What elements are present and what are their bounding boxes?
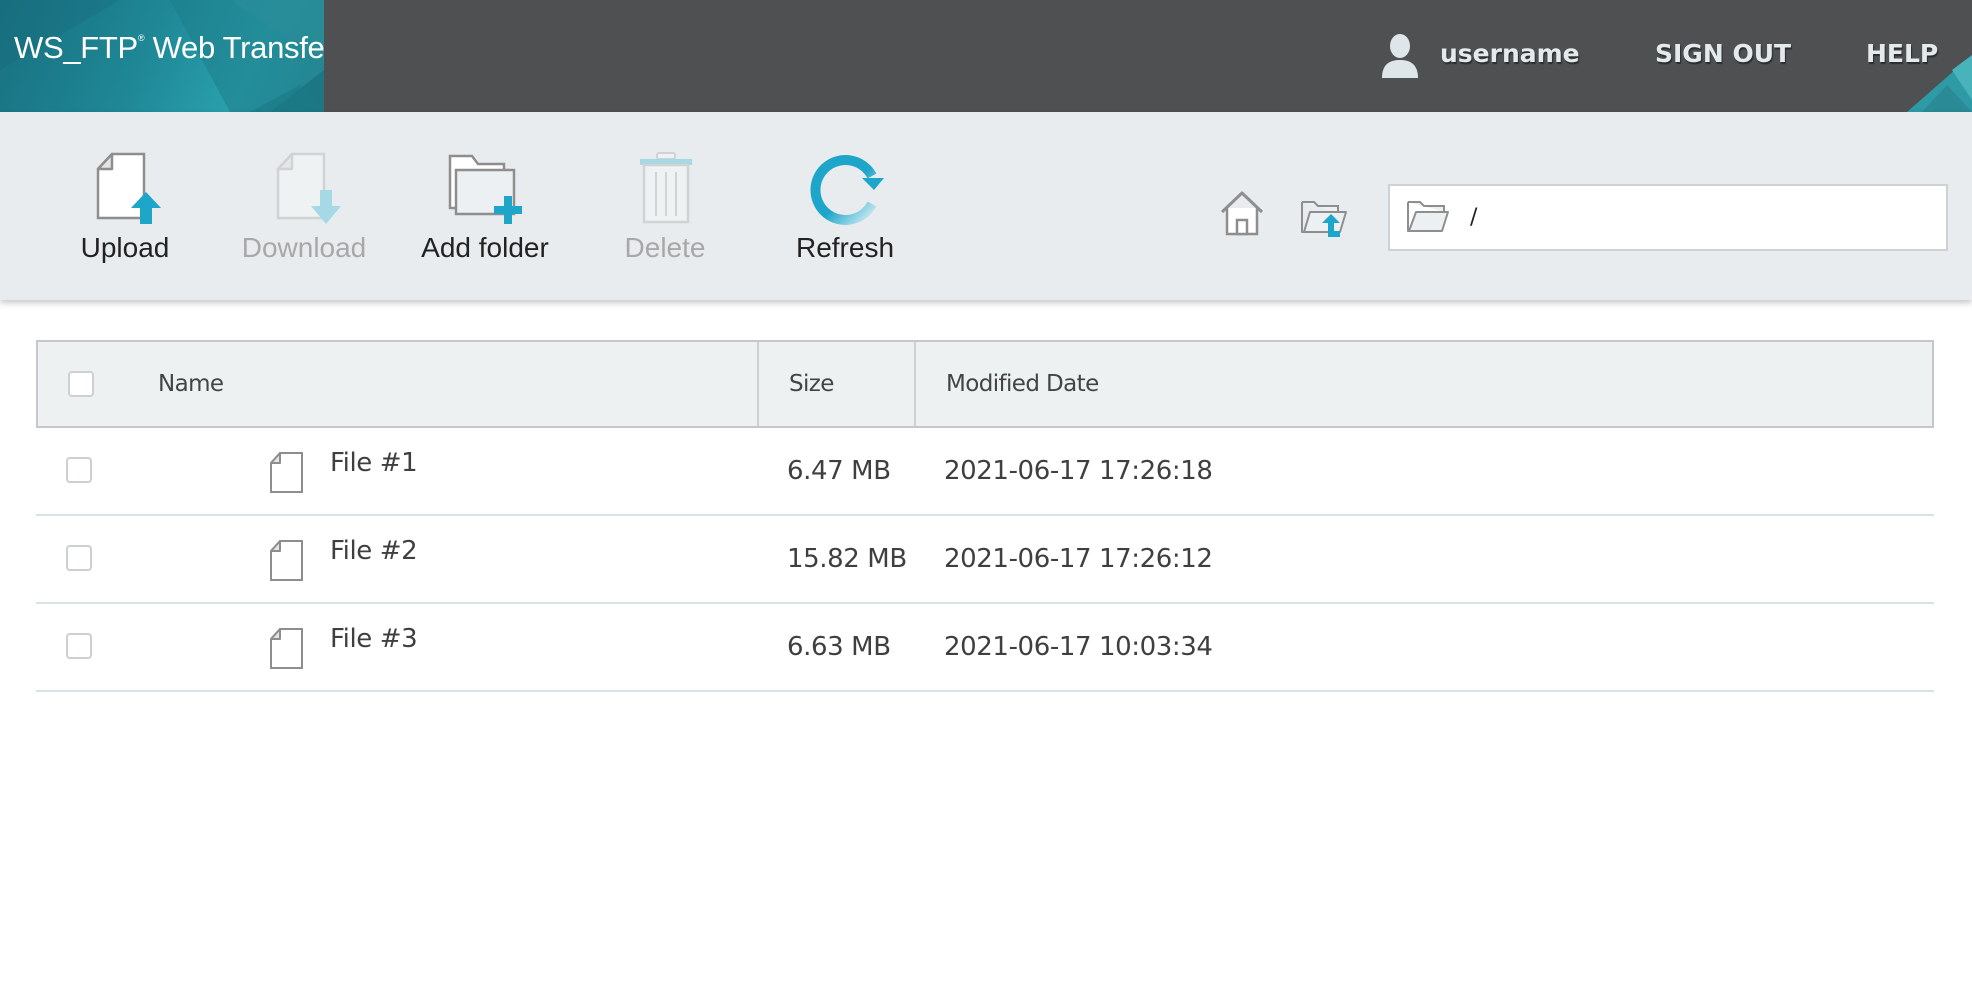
username-label[interactable]: username (1440, 39, 1580, 68)
file-name[interactable]: File #3 (330, 596, 418, 682)
column-header-name[interactable]: Name (158, 342, 224, 426)
registered-mark: ® (137, 32, 145, 43)
column-divider (914, 342, 916, 426)
sign-out-link[interactable]: SIGN OUT (1655, 39, 1791, 68)
column-divider (757, 342, 759, 426)
file-modified-date: 2021-06-17 10:03:34 (944, 632, 1213, 662)
download-button[interactable]: Download (236, 112, 372, 300)
refresh-icon (810, 155, 884, 225)
path-input[interactable] (1470, 186, 1930, 249)
path-field[interactable] (1388, 184, 1948, 251)
app-logo: WS_FTP® Web Transfer (0, 0, 324, 112)
file-download-icon (276, 152, 341, 224)
delete-button[interactable]: Delete (612, 112, 718, 300)
home-icon[interactable] (1218, 190, 1266, 236)
file-modified-date: 2021-06-17 17:26:12 (944, 544, 1213, 574)
corner-decoration (1907, 55, 1972, 112)
file-upload-icon (96, 152, 161, 224)
column-header-modified-date[interactable]: Modified Date (946, 342, 1099, 426)
app-title-subtitle: Web Transfer (152, 30, 324, 65)
table-header: Name Size Modified Date (36, 340, 1934, 428)
file-icon (270, 452, 303, 493)
file-table: Name Size Modified Date File #1 6.47 MB … (36, 340, 1934, 692)
table-row[interactable]: File #1 6.47 MB 2021-06-17 17:26:18 (36, 428, 1934, 516)
file-name[interactable]: File #1 (330, 420, 418, 506)
upload-label: Upload (80, 232, 170, 263)
folder-up-icon[interactable] (1300, 198, 1348, 238)
download-label: Download (241, 232, 367, 263)
delete-label: Delete (624, 232, 706, 263)
app-title: WS_FTP® Web Transfer (14, 30, 324, 66)
row-checkbox[interactable] (66, 545, 92, 571)
toolbar: Upload Download Add folder Delete Refres… (0, 112, 1972, 300)
row-checkbox[interactable] (66, 633, 92, 659)
file-icon (270, 628, 303, 669)
upload-button[interactable]: Upload (62, 112, 188, 300)
folder-add-icon (448, 154, 522, 224)
add-folder-label: Add folder (421, 232, 549, 263)
refresh-label: Refresh (795, 232, 895, 263)
trash-icon (640, 152, 692, 224)
table-row[interactable]: File #2 15.82 MB 2021-06-17 17:26:12 (36, 516, 1934, 604)
column-header-size[interactable]: Size (789, 342, 834, 426)
table-row[interactable]: File #3 6.63 MB 2021-06-17 10:03:34 (36, 604, 1934, 692)
select-all-checkbox[interactable] (68, 371, 94, 397)
row-checkbox[interactable] (66, 457, 92, 483)
add-folder-button[interactable]: Add folder (410, 112, 560, 300)
refresh-button[interactable]: Refresh (786, 112, 904, 300)
file-icon (270, 540, 303, 581)
user-icon (1382, 34, 1418, 78)
file-name[interactable]: File #2 (330, 508, 418, 594)
folder-open-icon (1407, 201, 1449, 232)
file-size: 6.63 MB (787, 632, 891, 662)
app-title-name: WS_FTP (14, 30, 138, 65)
top-bar: WS_FTP® Web Transfer username SIGN OUT H… (0, 0, 1972, 112)
file-size: 6.47 MB (787, 456, 891, 486)
file-size: 15.82 MB (787, 544, 907, 574)
file-modified-date: 2021-06-17 17:26:18 (944, 456, 1213, 486)
